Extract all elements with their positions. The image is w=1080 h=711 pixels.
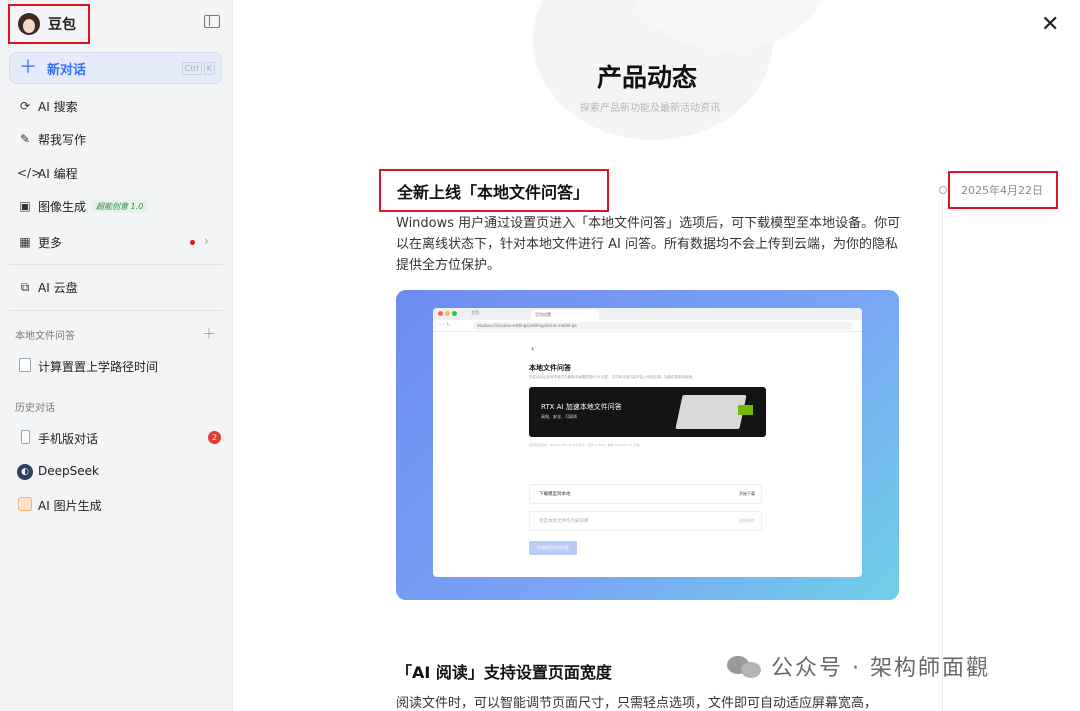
code-icon: </>: [17, 166, 42, 180]
nvidia-logo: [738, 405, 753, 415]
sidebar-item-writing[interactable]: ✎ 帮我写作: [8, 124, 224, 154]
history-item[interactable]: 手机版对话 2: [8, 423, 224, 453]
plus-icon: ＋: [19, 57, 37, 78]
feature-description: 阅读文件时，可以智能调节页面尺寸，只需轻点选项，文件即可自动适应屏幕宽高，: [396, 696, 878, 711]
brand-name: 豆包: [48, 17, 76, 33]
sidebar-item-label: 更多: [38, 235, 63, 250]
image-gen-icon: [17, 496, 33, 514]
settings-row-label: 指定本地文件作为知识库: [539, 519, 589, 524]
ai-search-icon: ⟳: [19, 99, 31, 113]
browser-tab-active: 豆包设置: [531, 310, 599, 320]
phone-icon: [17, 429, 33, 447]
sidebar-item-label: 帮我写作: [38, 132, 87, 147]
shortcut-key: Ctrl: [181, 62, 202, 75]
sidebar-item-cloud-drive[interactable]: ⧉ AI 云盘: [8, 272, 224, 302]
browser-address-bar: ‹ › ↻ doubao://doubao-settings/settings/…: [433, 320, 862, 332]
page-subtitle: 探索产品新功能及最新活动资讯: [580, 103, 720, 114]
local-qa-section-title: 本地文件问答: [15, 331, 75, 342]
window-minimize-dot: [445, 311, 450, 316]
rtx-banner: RTX AI 加速本地文件问答 高效、安全、可离线: [529, 387, 766, 437]
history-item-label: 手机版对话: [38, 431, 99, 446]
page-title: 产品动态: [597, 63, 698, 92]
brand[interactable]: 豆包: [8, 4, 90, 44]
grid-icon: ▦: [19, 235, 31, 249]
new-chat-button[interactable]: ＋ 新对话 Ctrl K: [9, 52, 222, 84]
requirement-note: 最低配置要求：NVIDIA RTX 30 系列显卡，显存 ≥ 8GB，推荐 Wi…: [529, 443, 640, 447]
browser-url: doubao://doubao-settings/settings/local-…: [473, 322, 853, 330]
sidebar-item-coding[interactable]: </> AI 编程: [8, 158, 224, 188]
feature-description: Windows 用户通过设置页进入「本地文件问答」选项后，可下载模型至本地设备。…: [396, 216, 901, 273]
history-item-label: DeepSeek: [38, 464, 99, 478]
download-button: 开始下载: [739, 491, 755, 496]
settings-row: 指定本地文件作为知识库 选择文件: [529, 511, 762, 531]
window-maximize-dot: [452, 311, 457, 316]
feature-title-highlight: 全新上线「本地文件问答」: [379, 169, 609, 212]
unread-count-badge: 2: [208, 431, 221, 444]
image-icon: ▣: [19, 199, 31, 213]
document-icon: [17, 357, 33, 375]
settings-heading: 本地文件问答: [529, 364, 571, 372]
product-updates-panel: ✕ 产品动态 探索产品新功能及最新活动资讯 全新上线「本地文件问答」 2025年…: [233, 0, 1080, 711]
new-chat-label: 新对话: [47, 62, 87, 78]
sidebar-item-label: AI 搜索: [38, 99, 78, 114]
chevron-right-icon: ›: [204, 234, 209, 248]
shortcut-key: K: [203, 62, 215, 75]
sidebar-collapse-icon[interactable]: [204, 15, 220, 28]
banner-title: RTX AI 加速本地文件问答: [541, 403, 622, 411]
sidebar-item-more[interactable]: ▦ 更多 ›: [8, 227, 224, 257]
pen-icon: ✎: [19, 132, 31, 146]
settings-description: 开启后可以针对本地文件使用本地模型进行 AI 问答，文件和对话内容不会上传到云端…: [529, 375, 693, 379]
sidebar-item-label: AI 编程: [38, 166, 78, 181]
feature-badge: 超能创意 1.0: [92, 199, 148, 213]
wechat-icon: [727, 654, 763, 678]
feature-screenshot: 主页 豆包设置 ‹ › ↻ doubao://doubao-settings/s…: [396, 290, 899, 600]
banner-subtitle: 高效、安全、可离线: [541, 414, 577, 419]
history-item[interactable]: ◐ DeepSeek: [8, 456, 224, 486]
select-file-button: 选择文件: [739, 518, 755, 523]
notification-dot: [190, 240, 195, 245]
window-close-dot: [438, 311, 443, 316]
local-qa-item-label: 计算置置上学路径时间: [38, 359, 159, 374]
browser-nav-icons: ‹ › ↻: [439, 322, 451, 328]
back-arrow-icon: ‹: [531, 344, 535, 353]
avatar: [18, 13, 40, 35]
sidebar-item-label: AI 云盘: [38, 280, 78, 295]
history-item[interactable]: AI 图片生成: [8, 490, 224, 520]
app-window: 豆包 ＋ 新对话 Ctrl K ⟳ AI 搜索 ✎ 帮我写作 </> AI 编程…: [0, 0, 1080, 711]
browser-tab: 主页: [471, 310, 479, 315]
settings-row-label: 下载模型到本地: [539, 492, 571, 497]
divider: [9, 264, 223, 265]
feature-title: 「AI 阅读」支持设置页面宽度: [396, 663, 612, 682]
local-qa-item[interactable]: 计算置置上学路径时间: [8, 351, 224, 381]
start-button: 开始使用本地问答: [529, 541, 577, 555]
sidebar: 豆包 ＋ 新对话 Ctrl K ⟳ AI 搜索 ✎ 帮我写作 </> AI 编程…: [0, 0, 233, 711]
sidebar-item-image-gen[interactable]: ▣ 图像生成 超能创意 1.0: [8, 191, 224, 221]
shortcut-hint: Ctrl K: [181, 62, 215, 75]
settings-row: 下载模型到本地 开始下载: [529, 484, 762, 504]
sidebar-item-label: 图像生成: [38, 199, 87, 214]
browser-mockup: 主页 豆包设置 ‹ › ↻ doubao://doubao-settings/s…: [433, 308, 862, 577]
feature-date: 2025年4月22日: [961, 184, 1043, 197]
divider: [9, 310, 223, 311]
sidebar-item-ai-search[interactable]: ⟳ AI 搜索: [8, 91, 224, 121]
laptop-illustration: [675, 395, 747, 429]
watermark: 公众号 · 架构師面觀: [727, 650, 990, 682]
close-icon[interactable]: ✕: [1041, 14, 1059, 36]
feature-title: 全新上线「本地文件问答」: [397, 182, 590, 202]
history-item-label: AI 图片生成: [38, 498, 102, 513]
timeline-line: [942, 196, 943, 711]
feature-date-highlight: 2025年4月22日: [948, 171, 1058, 209]
browser-tab-bar: 主页 豆包设置: [433, 308, 862, 320]
deepseek-icon: ◐: [17, 463, 33, 480]
add-icon[interactable]: ＋: [202, 324, 216, 344]
timeline-dot: [939, 186, 947, 194]
watermark-text: 公众号 · 架构師面觀: [771, 656, 990, 681]
cloud-drive-icon: ⧉: [20, 279, 30, 294]
history-section-title: 历史对话: [15, 403, 55, 414]
